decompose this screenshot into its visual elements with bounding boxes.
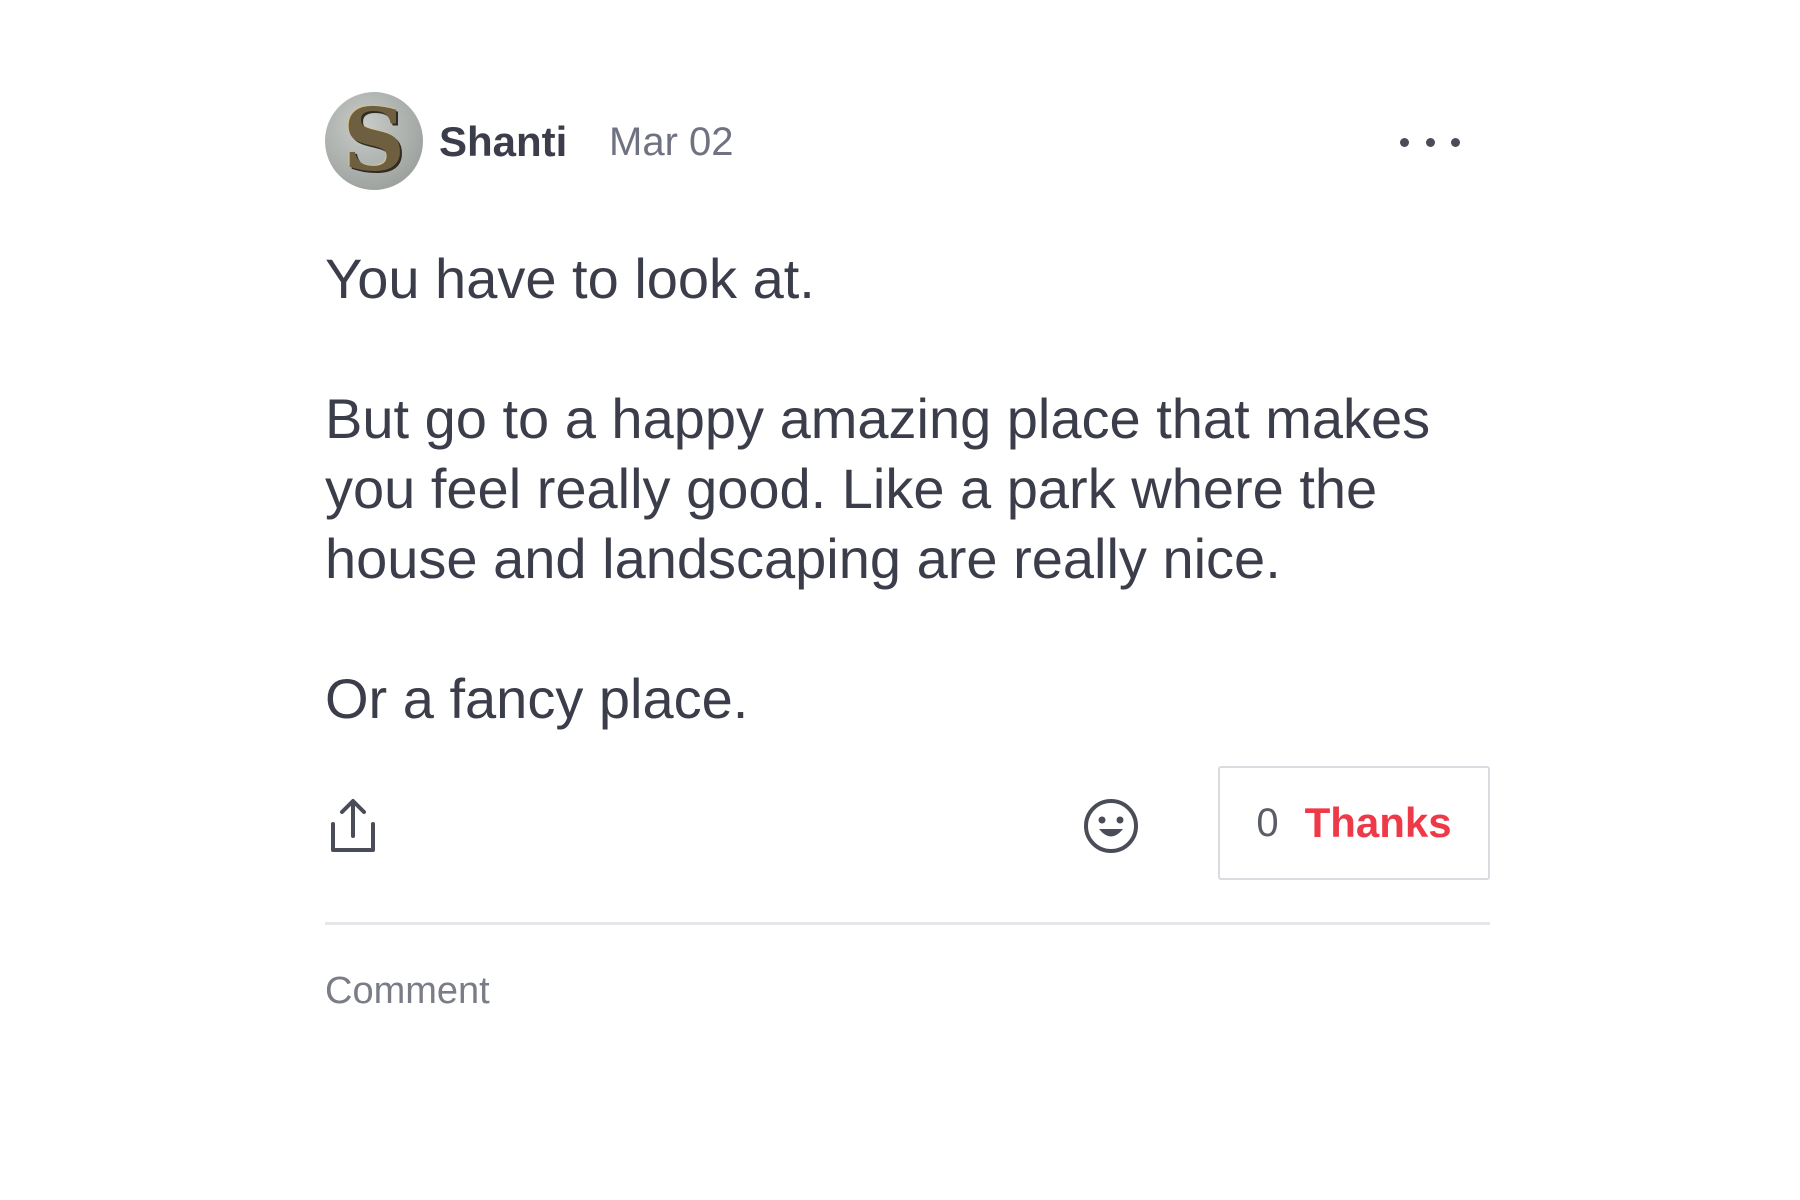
- more-dot: [1451, 137, 1460, 147]
- post-paragraph: You have to look at.: [325, 247, 815, 310]
- emoji-smile-icon: [1084, 799, 1138, 853]
- more-dot: [1425, 137, 1435, 147]
- post-header: S Shanti Mar 02: [325, 92, 1490, 192]
- more-options-button[interactable]: [1400, 122, 1460, 162]
- avatar-initial: S: [342, 92, 406, 190]
- author-name[interactable]: Shanti: [439, 118, 567, 166]
- thanks-label: Thanks: [1304, 799, 1452, 846]
- divider: [325, 922, 1490, 925]
- reaction-button[interactable]: [1081, 796, 1141, 856]
- thanks-count: 0: [1256, 800, 1279, 845]
- thanks-button[interactable]: 0 Thanks: [1218, 766, 1490, 880]
- avatar[interactable]: S: [325, 92, 423, 190]
- post-card: S Shanti Mar 02 You have to look at. But…: [325, 92, 1490, 1017]
- post-paragraph: Or a fancy place.: [325, 667, 749, 730]
- more-horizontal-icon: [1400, 137, 1409, 147]
- post-body: You have to look at. But go to a happy a…: [325, 244, 1490, 734]
- comment-input[interactable]: [325, 965, 1490, 1017]
- post-date: Mar 02: [609, 120, 734, 164]
- post-paragraph: But go to a happy amazing place that mak…: [325, 387, 1431, 590]
- share-icon: [331, 799, 375, 852]
- post-actions: 0 Thanks: [325, 766, 1490, 884]
- share-button[interactable]: [325, 796, 381, 856]
